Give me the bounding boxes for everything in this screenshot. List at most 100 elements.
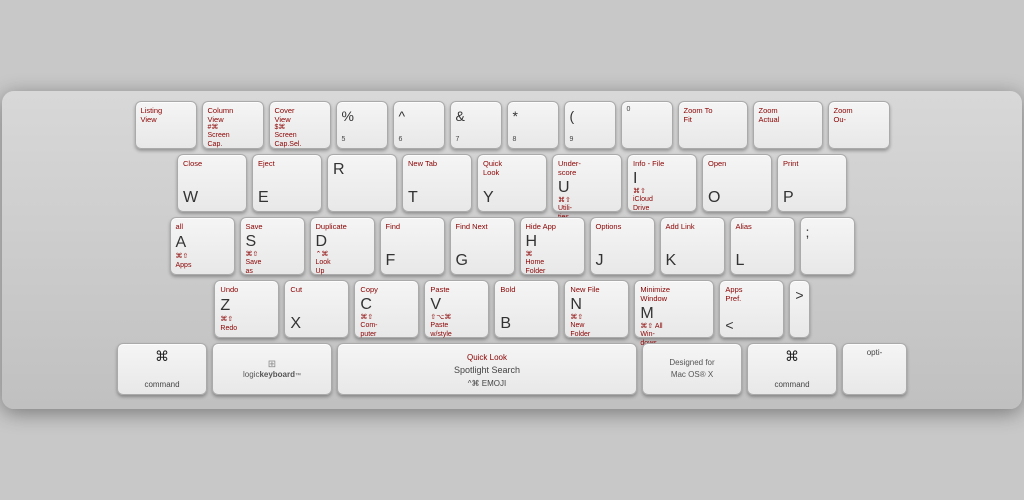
key-l[interactable]: Alias L	[730, 217, 795, 275]
key-lt[interactable]: AppsPref. <	[719, 280, 784, 338]
key-6[interactable]: ^ 6	[393, 101, 445, 149]
key-i-bottom: ⌘⇧iCloudDrive	[633, 188, 653, 213]
key-d[interactable]: Duplicate D ⌃⌘LookUp	[310, 217, 375, 275]
key-y[interactable]: QuickLook Y	[477, 154, 547, 212]
key-lt-label: AppsPref.	[725, 285, 778, 303]
key-a-label: all	[176, 222, 229, 231]
key-cover-view-label: CoverView	[275, 106, 325, 124]
key-j-label: Options	[596, 222, 649, 231]
key-j[interactable]: Options J	[590, 217, 655, 275]
key-gt-main: >	[795, 287, 803, 303]
key-left-cmd-label: command	[123, 380, 201, 390]
asdf-row: all A ⌘⇧Apps Save S ⌘⇧Saveas Duplicate D…	[12, 217, 1012, 275]
key-g-label: Find Next	[456, 222, 509, 231]
key-m[interactable]: MinimizeWindow M ⌘⇧ AllWin-dows	[634, 280, 714, 338]
key-gt[interactable]: >	[789, 280, 809, 338]
key-o[interactable]: Open O	[702, 154, 772, 212]
key-s-bottom: ⌘⇧Saveas	[246, 251, 262, 276]
key-zoom-out[interactable]: ZoomOu-	[828, 101, 890, 149]
key-l-main: L	[736, 252, 745, 270]
key-c-bottom: ⌘⇧Com-puter	[360, 314, 377, 339]
key-7[interactable]: & 7	[450, 101, 502, 149]
qwerty-row: Close W Eject E R New Tab T QuickLook Y …	[12, 154, 1012, 212]
key-u-main: U	[558, 179, 570, 197]
key-logo: ⊞ logickeyboard™	[212, 343, 332, 395]
designed-label: Designed forMac OS® X	[648, 357, 736, 381]
key-w[interactable]: Close W	[177, 154, 247, 212]
key-spacebar[interactable]: Quick Look Spotlight Search ^⌘ EMOJI	[337, 343, 637, 395]
key-zoom-actual-label: ZoomActual	[759, 106, 817, 124]
key-t-label: New Tab	[408, 159, 466, 168]
key-i[interactable]: Info - File I ⌘⇧iCloudDrive	[627, 154, 697, 212]
key-9-main: (	[570, 108, 575, 124]
key-right-cmd[interactable]: ⌘ command	[747, 343, 837, 395]
key-s[interactable]: Save S ⌘⇧Saveas	[240, 217, 305, 275]
key-semicolon-main: ;	[806, 224, 810, 240]
key-c-label: Copy	[360, 285, 413, 294]
key-k-label: Add Link	[666, 222, 719, 231]
key-i-main: I	[633, 170, 637, 188]
key-r[interactable]: R	[327, 154, 397, 212]
key-a[interactable]: all A ⌘⇧Apps	[170, 217, 235, 275]
key-6-bottom: 6	[399, 136, 403, 144]
key-b-main: B	[500, 315, 511, 333]
key-t[interactable]: New Tab T	[402, 154, 472, 212]
key-c-main: C	[360, 296, 372, 314]
key-y-main: Y	[483, 189, 494, 207]
key-t-main: T	[408, 189, 418, 207]
key-s-label: Save	[246, 222, 299, 231]
key-cover-view-bottom: $⌘ScreenCap.Sel.	[275, 124, 302, 149]
key-p[interactable]: Print P	[777, 154, 847, 212]
key-u-label: Under-score	[558, 159, 616, 177]
key-f-label: Find	[386, 222, 439, 231]
key-b[interactable]: Bold B	[494, 280, 559, 338]
key-m-main: M	[640, 305, 653, 323]
key-x-label: Cut	[290, 285, 343, 294]
key-semicolon[interactable]: ;	[800, 217, 855, 275]
key-x[interactable]: Cut X	[284, 280, 349, 338]
key-h[interactable]: Hide App H ⌘HomeFolder	[520, 217, 585, 275]
key-designed: Designed forMac OS® X	[642, 343, 742, 395]
key-r-main: R	[333, 161, 345, 179]
key-zoom-fit[interactable]: Zoom ToFit	[678, 101, 748, 149]
key-n[interactable]: New File N ⌘⇧NewFolder	[564, 280, 629, 338]
key-9[interactable]: ( 9	[564, 101, 616, 149]
key-7-main: &	[456, 108, 465, 124]
key-x-main: X	[290, 315, 301, 333]
key-p-label: Print	[783, 159, 841, 168]
key-right-cmd-label: command	[753, 380, 831, 390]
key-8-bottom: 8	[513, 136, 517, 144]
key-cover-view[interactable]: CoverView $⌘ScreenCap.Sel.	[269, 101, 331, 149]
key-k-main: K	[666, 252, 677, 270]
key-column-view[interactable]: ColumnView #⌘ScreenCap.	[202, 101, 264, 149]
key-c[interactable]: Copy C ⌘⇧Com-puter	[354, 280, 419, 338]
key-6-main: ^	[399, 108, 406, 124]
key-v-label: Paste	[430, 285, 483, 294]
key-5-main: %	[342, 108, 354, 124]
key-listing-view-label: ListingView	[141, 106, 191, 124]
key-left-cmd[interactable]: ⌘ command	[117, 343, 207, 395]
key-e[interactable]: Eject E	[252, 154, 322, 212]
key-right-cmd-symbol: ⌘	[753, 348, 831, 365]
key-f[interactable]: Find F	[380, 217, 445, 275]
key-v[interactable]: Paste V ⇧⌥⌘Pastew/style	[424, 280, 489, 338]
number-row: ListingView ColumnView #⌘ScreenCap. Cove…	[12, 101, 1012, 149]
key-g[interactable]: Find Next G	[450, 217, 515, 275]
key-w-main: W	[183, 189, 198, 207]
key-listing-view[interactable]: ListingView	[135, 101, 197, 149]
key-z[interactable]: Undo Z ⌘⇧Redo	[214, 280, 279, 338]
key-zoom-actual[interactable]: ZoomActual	[753, 101, 823, 149]
key-k[interactable]: Add Link K	[660, 217, 725, 275]
key-left-cmd-symbol: ⌘	[123, 348, 201, 365]
key-d-bottom: ⌃⌘LookUp	[316, 251, 331, 276]
key-z-label: Undo	[220, 285, 273, 294]
key-m-label: MinimizeWindow	[640, 285, 708, 303]
spacebar-spotlight: Spotlight Search	[343, 364, 631, 378]
key-0[interactable]: 0	[621, 101, 673, 149]
key-h-label: Hide App	[526, 222, 579, 231]
key-option[interactable]: opti-	[842, 343, 907, 395]
key-a-bottom: ⌘⇧Apps	[176, 253, 192, 270]
key-5[interactable]: % 5	[336, 101, 388, 149]
key-8[interactable]: * 8	[507, 101, 559, 149]
key-u[interactable]: Under-score U ⌘⇧Utili-ties	[552, 154, 622, 212]
